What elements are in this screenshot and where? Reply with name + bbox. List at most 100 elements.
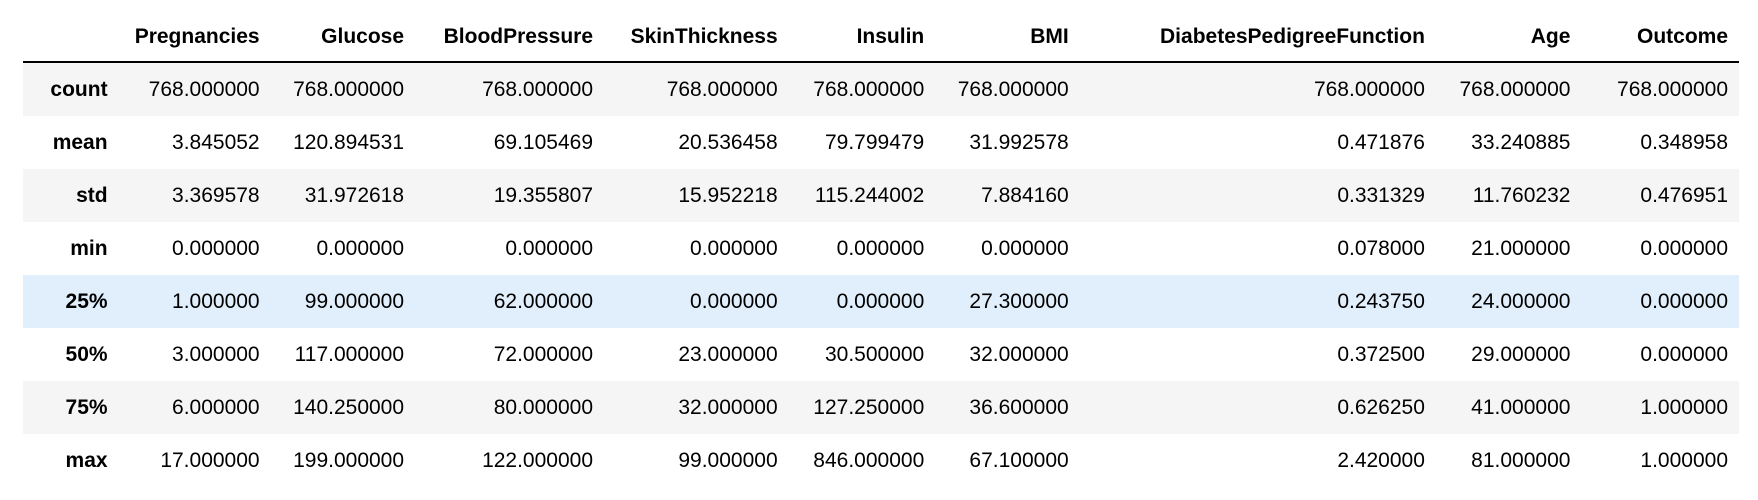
table-row: 25% 1.000000 99.000000 62.000000 0.000000 0.0… [23,275,1739,328]
column-header-pregnancies: Pregnancies [118,12,271,63]
header-row: Pregnancies Glucose BloodPressure SkinThick… [23,12,1739,63]
table-cell: 768.000000 [1313,77,1425,101]
table-cell: 3.000000 [172,342,260,366]
row-label: count [50,77,108,101]
describe-table: Pregnancies Glucose BloodPressure SkinThick… [23,12,1739,487]
row-label: std [76,183,108,207]
table-cell: 15.952218 [678,183,778,207]
row-label: 75% [65,395,108,419]
table-cell: 3.369578 [172,183,260,207]
table-cell: 768.000000 [1617,77,1728,101]
table-cell: 31.992578 [969,130,1069,154]
table-cell: 768.000000 [666,77,778,101]
table-cell: 27.300000 [969,289,1069,313]
table-cell: 0.078000 [1337,236,1425,260]
column-header-diabetespedigreefunction: DiabetesPedigreeFunction [1079,12,1436,63]
column-header-insulin: Insulin [788,12,936,63]
table-cell: 2.420000 [1337,448,1425,472]
table-cell: 1.000000 [172,289,260,313]
table-cell: 72.000000 [493,342,594,366]
row-label: 50% [65,342,108,366]
table-cell: 41.000000 [1471,395,1571,419]
row-label: max [65,448,108,472]
table-cell: 81.000000 [1471,448,1571,472]
table-cell: 29.000000 [1471,342,1571,366]
table-cell: 140.250000 [293,395,405,419]
table-cell: 1.000000 [1640,395,1728,419]
table-cell: 7.884160 [981,183,1069,207]
table-cell: 0.000000 [836,289,925,313]
table-cell: 17.000000 [160,448,260,472]
table-cell: 32.000000 [969,342,1069,366]
table-row: mean 3.845052 120.894531 69.105469 20.536458… [23,116,1739,169]
table-header: Pregnancies Glucose BloodPressure SkinThick… [23,12,1739,63]
table-cell: 0.331329 [1337,183,1425,207]
column-header-skinthickness: SkinThickness [604,12,789,63]
table-row: 50% 3.000000 117.000000 72.000000 23.000000 3… [23,328,1739,381]
table-cell: 0.476951 [1640,183,1728,207]
table-cell: 768.000000 [813,77,925,101]
table-cell: 99.000000 [678,448,778,472]
table-cell: 115.244002 [814,183,925,207]
table-cell: 79.799479 [824,130,925,154]
index-header [23,12,119,63]
column-header-bloodpressure: BloodPressure [415,12,605,63]
table-cell: 80.000000 [493,395,594,419]
table-cell: 0.471876 [1337,130,1425,154]
table-cell: 0.000000 [690,236,778,260]
table-cell: 120.894531 [293,130,405,154]
table-cell: 31.972618 [304,183,405,207]
table-row: 75% 6.000000 140.250000 80.000000 32.000000 1… [23,381,1739,434]
table-cell: 0.000000 [836,236,925,260]
table-cell: 36.600000 [969,395,1069,419]
table-cell: 24.000000 [1471,289,1571,313]
table-cell: 0.000000 [505,236,594,260]
table-body: count 768.000000 768.000000 768.000000 768.0… [23,62,1739,487]
table-row: count 768.000000 768.000000 768.000000 768.0… [23,62,1739,116]
column-header-age: Age [1435,12,1582,63]
table-cell: 23.000000 [678,342,778,366]
table-cell: 3.845052 [172,130,260,154]
table-cell: 30.500000 [824,342,925,366]
table-row: min 0.000000 0.000000 0.000000 0.000000 0.000… [23,222,1739,275]
table-cell: 0.243750 [1337,289,1425,313]
row-label: mean [52,130,108,154]
row-label: 25% [65,289,108,313]
table-cell: 0.348958 [1640,130,1728,154]
table-cell: 846.000000 [813,448,925,472]
table-cell: 19.355807 [493,183,594,207]
table-cell: 6.000000 [172,395,260,419]
table-cell: 0.000000 [1640,236,1728,260]
table-cell: 768.000000 [148,77,260,101]
table-cell: 0.626250 [1337,395,1425,419]
table-cell: 127.250000 [813,395,925,419]
table-cell: 0.000000 [981,236,1069,260]
column-header-bmi: BMI [935,12,1080,63]
table-row: max 17.000000 199.000000 122.000000 99.00000… [23,434,1739,487]
column-header-glucose: Glucose [270,12,416,63]
dataframe-output: Pregnancies Glucose BloodPressure SkinThick… [23,12,1739,487]
table-cell: 768.000000 [957,77,1069,101]
table-cell: 0.000000 [690,289,778,313]
table-cell: 0.372500 [1337,342,1425,366]
table-cell: 11.760232 [1472,183,1571,207]
table-cell: 199.000000 [293,448,405,472]
table-cell: 117.000000 [294,342,405,366]
table-cell: 0.000000 [1640,342,1728,366]
table-cell: 21.000000 [1471,236,1571,260]
table-row: std 3.369578 31.972618 19.355807 15.952218 11… [23,169,1739,222]
row-label: min [70,236,108,260]
table-cell: 1.000000 [1640,448,1728,472]
table-cell: 122.000000 [482,448,594,472]
table-cell: 62.000000 [493,289,594,313]
table-cell: 0.000000 [1640,289,1728,313]
column-header-outcome: Outcome [1581,12,1739,63]
table-cell: 768.000000 [293,77,405,101]
table-cell: 67.100000 [969,448,1069,472]
table-cell: 32.000000 [678,395,778,419]
table-cell: 768.000000 [1459,77,1571,101]
table-cell: 69.105469 [493,130,594,154]
table-cell: 33.240885 [1471,130,1571,154]
table-cell: 768.000000 [482,77,594,101]
table-cell: 20.536458 [678,130,778,154]
